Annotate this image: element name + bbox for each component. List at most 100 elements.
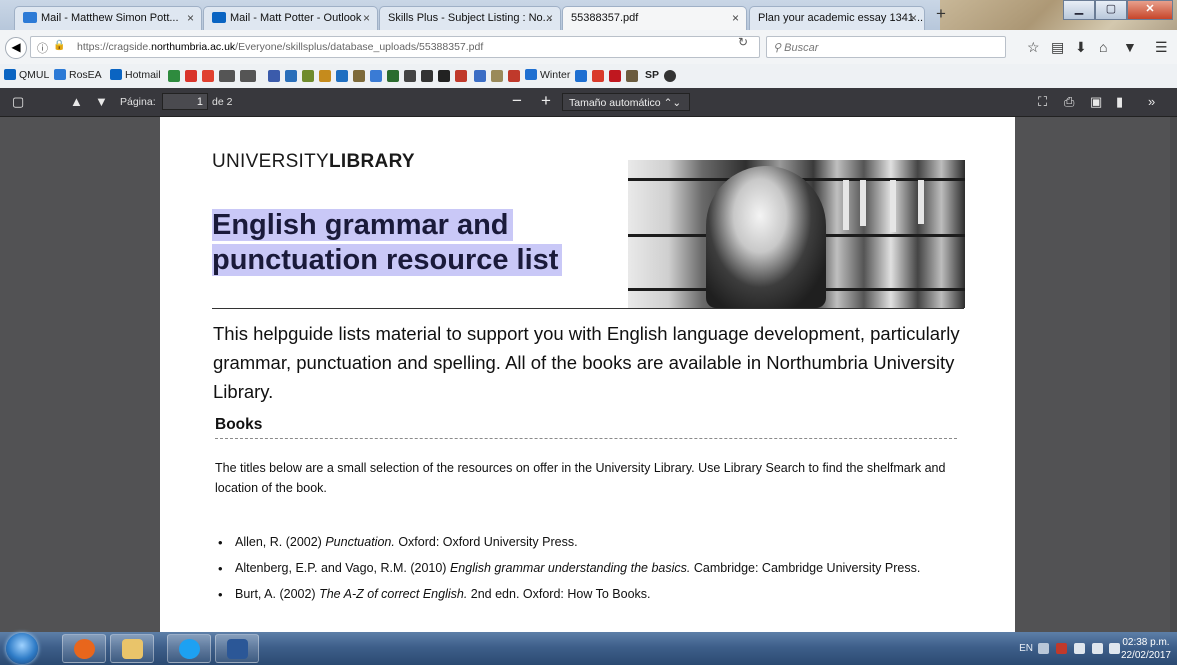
home-icon[interactable]: ⌂ — [1099, 39, 1107, 55]
reading-list-icon[interactable]: ▤ — [1051, 39, 1064, 56]
minimize-button[interactable]: ▁ — [1063, 0, 1095, 20]
bookmark-favicon[interactable] — [664, 70, 676, 82]
taskbar-skype[interactable] — [167, 634, 211, 663]
menu-icon[interactable]: ☰ — [1155, 39, 1168, 56]
search-icon: ⚲ — [773, 42, 785, 54]
cloud-icon — [525, 69, 537, 80]
bookmark-favicon[interactable] — [455, 70, 467, 82]
next-page-icon[interactable]: ▼ — [95, 94, 108, 109]
maximize-button[interactable]: ▢ — [1095, 0, 1127, 20]
reload-icon[interactable]: ↻ — [738, 35, 748, 49]
tab-mail-2[interactable]: Mail - Matt Potter - Outlook × — [203, 6, 378, 30]
bookmark-favicon[interactable] — [387, 70, 399, 82]
clock[interactable]: 02:38 p.m. 22/02/2017 — [1121, 636, 1171, 662]
bookmark-favicon[interactable] — [353, 70, 365, 82]
tab-mail-1[interactable]: Mail - Matthew Simon Pott... × — [14, 6, 202, 30]
clock-time: 02:38 p.m. — [1122, 637, 1170, 648]
close-tab-icon[interactable]: × — [910, 11, 917, 25]
bookmark-favicon[interactable] — [319, 70, 331, 82]
presentation-mode-icon[interactable]: ⛶ — [1038, 94, 1047, 110]
close-window-button[interactable]: ✕ — [1127, 0, 1173, 20]
previous-page-icon[interactable]: ▲ — [70, 94, 83, 109]
bookmark-favicon[interactable] — [285, 70, 297, 82]
outlook-icon — [110, 69, 122, 80]
pocket-icon[interactable]: ▼ — [1123, 39, 1137, 55]
lock-icon: 🔒 — [53, 40, 66, 51]
taskbar-word[interactable] — [215, 634, 259, 663]
search-input[interactable]: ⚲ Buscar — [766, 36, 1006, 58]
book — [890, 180, 896, 232]
page-number-input[interactable]: 1 — [162, 93, 208, 110]
show-hidden-icons-icon[interactable] — [1038, 643, 1049, 654]
taskbar-explorer[interactable] — [110, 634, 154, 663]
back-button[interactable]: ◀ — [5, 37, 27, 59]
network-icon[interactable] — [1092, 643, 1103, 654]
power-icon[interactable] — [1074, 643, 1085, 654]
reference-list: Allen, R. (2002) Punctuation. Oxford: Ox… — [215, 534, 975, 612]
bookmark-favicon[interactable] — [626, 70, 638, 82]
url-bar[interactable]: ⓘ 🔒 https://cragside.northumbria.ac.uk/E… — [30, 36, 760, 58]
bookmark-favicon[interactable] — [404, 70, 416, 82]
bookmark-sp[interactable]: SP — [645, 69, 659, 81]
volume-icon[interactable] — [1109, 643, 1120, 654]
action-center-icon[interactable] — [1056, 643, 1067, 654]
language-indicator[interactable]: EN — [1019, 643, 1033, 654]
new-tab-button[interactable]: + — [936, 4, 946, 24]
bookmark-favicon[interactable] — [268, 70, 280, 82]
bookmark-favicon[interactable] — [421, 70, 433, 82]
info-icon[interactable]: ⓘ — [37, 40, 48, 56]
firefox-icon — [74, 639, 95, 659]
bookmarks-toolbar: QMUL RosEA Hotmail Winter SP — [0, 64, 1177, 89]
save-icon[interactable]: ▣ — [1090, 94, 1102, 110]
bookmark-favicon[interactable] — [609, 70, 621, 82]
bookmark-favicon[interactable] — [185, 70, 197, 82]
bookmark-favicon[interactable] — [592, 70, 604, 82]
tab-essay[interactable]: Plan your academic essay 1341 ... × — [749, 6, 925, 30]
pdf-page: UNIVERSITYLIBRARY English grammar and pu… — [160, 117, 1015, 632]
close-tab-icon[interactable]: × — [187, 11, 194, 25]
bookmark-favicon[interactable] — [240, 70, 256, 82]
bookmark-favicon[interactable] — [302, 70, 314, 82]
document-title: English grammar and punctuation resource… — [212, 208, 632, 278]
books-paragraph: The titles below are a small selection o… — [215, 461, 946, 495]
tab-pdf-active[interactable]: 55388357.pdf × — [562, 6, 747, 30]
bookmark-favicon[interactable] — [336, 70, 348, 82]
bookmark-icon[interactable]: ▮ — [1116, 94, 1123, 110]
bookmark-qmul[interactable]: QMUL — [4, 69, 49, 81]
bookmark-favicon[interactable] — [474, 70, 486, 82]
download-icon[interactable]: ⬇ — [1075, 39, 1087, 56]
bookmark-winter[interactable]: Winter — [525, 69, 570, 81]
list-item: Burt, A. (2002) The A-Z of correct Engli… — [215, 586, 975, 603]
close-tab-icon[interactable]: × — [546, 11, 553, 25]
close-tab-icon[interactable]: × — [732, 11, 739, 25]
bookmark-favicon[interactable] — [168, 70, 180, 82]
tab-skills-plus[interactable]: Skills Plus - Subject Listing : No... × — [379, 6, 561, 30]
skype-icon — [179, 639, 200, 659]
star-icon[interactable]: ☆ — [1027, 39, 1040, 56]
bookmark-rosea[interactable]: RosEA — [54, 69, 102, 81]
sidebar-toggle-icon[interactable]: ▢ — [12, 94, 24, 110]
tools-icon[interactable]: » — [1148, 94, 1155, 109]
start-button[interactable] — [6, 633, 38, 664]
print-icon[interactable]: ⎙ — [1064, 94, 1074, 110]
bookmark-favicon[interactable] — [219, 70, 235, 82]
bookmark-favicon[interactable] — [508, 70, 520, 82]
bookmark-favicon[interactable] — [202, 70, 214, 82]
pdf-viewer[interactable]: UNIVERSITYLIBRARY English grammar and pu… — [0, 117, 1177, 632]
bookmark-favicon[interactable] — [438, 70, 450, 82]
close-tab-icon[interactable]: × — [363, 11, 370, 25]
bookmark-favicon[interactable] — [491, 70, 503, 82]
book — [843, 180, 849, 230]
bookmark-hotmail[interactable]: Hotmail — [110, 69, 161, 81]
scrollbar[interactable] — [1170, 117, 1177, 632]
zoom-in-button[interactable]: + — [541, 91, 551, 111]
tab-strip: Mail - Matthew Simon Pott... × Mail - Ma… — [0, 0, 1177, 90]
word-icon — [227, 639, 248, 659]
url-text: https://cragside.northumbria.ac.uk/Every… — [77, 41, 484, 53]
intro-paragraph: This helpguide lists material to support… — [213, 323, 960, 402]
zoom-select[interactable]: Tamaño automático ⌃⌄ — [562, 93, 690, 111]
bookmark-favicon[interactable] — [370, 70, 382, 82]
taskbar-firefox[interactable] — [62, 634, 106, 663]
zoom-out-button[interactable]: − — [512, 91, 522, 111]
bookmark-favicon[interactable] — [575, 70, 587, 82]
